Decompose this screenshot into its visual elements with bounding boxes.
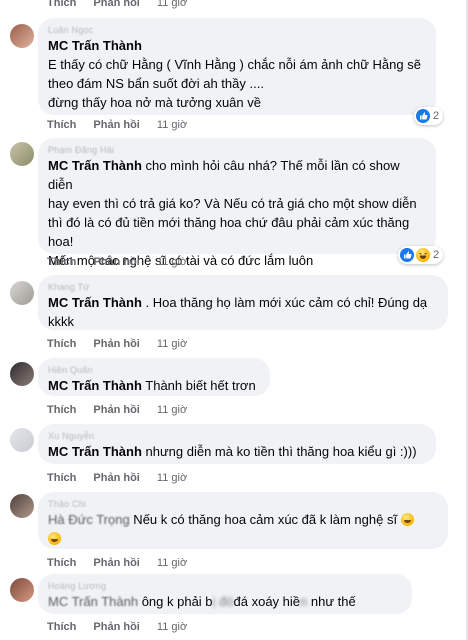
comment-time[interactable]: 11 giờ (157, 472, 187, 484)
comment-time[interactable]: 11 giờ (157, 338, 187, 350)
avatar[interactable] (10, 142, 34, 166)
like-button[interactable]: Thích (47, 557, 76, 569)
mention-tag[interactable]: MC Trấn Thành (48, 594, 138, 609)
comment-line: MC Trấn Thành . Hoa thăng họ làm mới xúc… (48, 295, 428, 310)
mention-tag[interactable]: MC Trấn Thành (48, 295, 142, 310)
comment-line: hay even thì có trả giá ko? Và Nếu có tr… (48, 196, 417, 211)
comment-line: MC Trấn Thành ông k phải bị đóđá xoáy hi… (48, 594, 356, 609)
top-comment-actions: Thích Phản hồi 11 giờ (47, 0, 187, 10)
comment-line: E thấy có chữ Hằng ( Vĩnh Hằng ) chắc nỗ… (48, 57, 421, 72)
mention-tag[interactable]: MC Trấn Thành (48, 38, 142, 53)
comment-time[interactable]: 11 giờ (157, 557, 187, 569)
reaction-count: 2 (433, 110, 440, 122)
comment-author[interactable]: Thảo Chi (48, 498, 438, 510)
comment-bubble: Hiền Quân MC Trấn Thành Thành biết hết t… (38, 358, 270, 396)
reply-button[interactable]: Phản hồi (93, 0, 139, 9)
comment-author[interactable]: Xu Nguyễn (48, 430, 426, 442)
like-reaction-icon (400, 248, 414, 262)
comment-line: hoa! (48, 234, 74, 249)
mention-tag[interactable]: MC Trấn Thành (48, 444, 142, 459)
avatar[interactable] (10, 281, 34, 305)
reaction-count: 2 (433, 249, 440, 261)
like-button[interactable]: Thích (47, 256, 76, 268)
reply-button[interactable]: Phản hồi (93, 621, 139, 633)
comment-author[interactable]: Luân Ngọc (48, 24, 426, 36)
reply-button[interactable]: Phản hồi (93, 404, 139, 416)
comment-time[interactable]: 11 giờ (157, 256, 187, 268)
grin-emoji-icon (400, 513, 414, 526)
like-button[interactable]: Thích (47, 621, 76, 633)
grin-emoji-icon (48, 532, 61, 545)
like-button[interactable]: Thích (47, 404, 76, 416)
haha-reaction-icon (416, 248, 430, 262)
reply-button[interactable]: Phản hồi (93, 119, 139, 131)
comment-bubble: Luân Ngọc MC Trấn Thành E thấy có chữ Hằ… (38, 18, 436, 115)
mention-tag[interactable]: MC Trấn Thành (48, 158, 142, 173)
comment-author[interactable]: Khang Tứ (48, 281, 438, 293)
reply-button[interactable]: Phản hồi (93, 256, 139, 268)
comment-line: Hà Đức Trọng Nếu k có thăng hoa cảm xúc … (48, 510, 438, 529)
comment-bubble: Thảo Chi Hà Đức Trọng Nếu k có thăng hoa… (38, 492, 448, 549)
comment-bubble: Xu Nguyễn MC Trấn Thành nhưng diễn mà ko… (38, 424, 436, 464)
like-button[interactable]: Thích (47, 0, 76, 9)
comment-time[interactable]: 11 giờ (157, 404, 187, 416)
comment-line: theo đám NS bẩn suốt đời ah thầy .... (48, 76, 264, 91)
avatar[interactable] (10, 494, 34, 518)
comment-actions: Thích Phản hồi 11 giờ (47, 620, 187, 634)
comment-bubble: Phạm Đăng Hải MC Trấn Thành cho mình hỏi… (38, 138, 436, 268)
comment-actions: Thích Phản hồi 11 giờ (47, 403, 187, 417)
comment-line (48, 529, 438, 548)
comment-line: MC Trấn Thành nhưng diễn mà ko tiền thì … (48, 444, 417, 459)
comment-actions: Thích Phản hồi 11 giờ (47, 556, 187, 570)
comment-line: MC Trấn Thành cho mình hỏi câu nhá? Thế … (48, 158, 400, 192)
comment-line: MC Trấn Thành Thành biết hết trơn (48, 378, 256, 393)
comment-actions: Thích Phản hồi 11 giờ (47, 118, 187, 132)
comment-author[interactable]: Phạm Đăng Hải (48, 144, 426, 156)
comment-bubble: Hoàng Lương MC Trấn Thành ông k phải bị … (38, 574, 412, 614)
like-button[interactable]: Thích (47, 119, 76, 131)
comment-bubble: Khang Tứ MC Trấn Thành . Hoa thăng họ là… (38, 275, 448, 330)
comment-actions: Thích Phản hồi 11 giờ (47, 337, 187, 351)
comment-time[interactable]: 11 giờ (157, 0, 187, 9)
reaction-summary[interactable]: 2 (398, 246, 444, 264)
comment-author[interactable]: Hoàng Lương (48, 580, 402, 592)
mention-tag[interactable]: Hà Đức Trọng (48, 512, 130, 527)
like-reaction-icon (416, 109, 430, 123)
reaction-summary[interactable]: 2 (414, 107, 444, 125)
comment-line: kkkk (48, 314, 74, 329)
comment-time[interactable]: 11 giờ (157, 621, 187, 633)
like-button[interactable]: Thích (47, 338, 76, 350)
reply-button[interactable]: Phản hồi (93, 472, 139, 484)
avatar[interactable] (10, 578, 34, 602)
reply-button[interactable]: Phản hồi (93, 338, 139, 350)
comment-author[interactable]: Hiền Quân (48, 364, 260, 376)
avatar[interactable] (10, 362, 34, 386)
comment-text: MC Trấn Thành (48, 36, 426, 55)
comment-time[interactable]: 11 giờ (157, 119, 187, 131)
avatar[interactable] (10, 428, 34, 452)
comment-line: đừng thấy hoa nở mà tưởng xuân về (48, 95, 261, 110)
comment-actions: Thích Phản hồi 11 giờ (47, 471, 187, 485)
comment-actions: Thích Phản hồi 11 giờ (47, 255, 187, 269)
reply-button[interactable]: Phản hồi (93, 557, 139, 569)
mention-tag[interactable]: MC Trấn Thành (48, 378, 142, 393)
like-button[interactable]: Thích (47, 472, 76, 484)
comment-line: thì đó là có đủ tiền mới thăng hoa chứ đ… (48, 215, 410, 230)
avatar[interactable] (10, 24, 34, 48)
